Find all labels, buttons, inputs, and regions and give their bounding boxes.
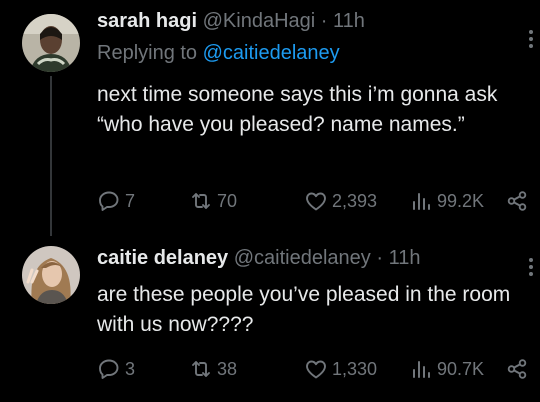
retweet-count: 38 [217,358,238,379]
like-icon [306,192,326,211]
like-button[interactable]: 1,330 [304,357,377,381]
separator: · [320,10,328,32]
tweet[interactable]: sarah hagi @KindaHagi · 11h Replying to … [0,0,540,236]
reply-count: 3 [125,358,136,379]
tweet-text: are these people you’ve pleased in the r… [97,283,511,336]
separator: · [376,247,384,269]
timestamp[interactable]: 11h [333,10,365,32]
share-button[interactable] [505,189,529,213]
retweet-count: 70 [217,190,238,211]
reply-button[interactable]: 7 [97,189,135,213]
display-name[interactable]: sarah hagi [97,10,197,32]
more-icon[interactable] [528,256,534,277]
retweet-button[interactable]: 38 [189,357,237,381]
like-count: 1,330 [332,358,378,379]
avatar[interactable] [22,246,80,304]
more-icon[interactable] [528,28,534,49]
views-button[interactable]: 99.2K [409,189,484,213]
tweet[interactable]: caitie delaney @caitiedelaney · 11h are … [0,232,540,402]
views-icon [413,193,430,210]
share-button[interactable] [505,357,529,381]
share-icon [507,359,527,379]
share-icon [507,191,527,211]
user-handle[interactable]: @caitiedelaney [234,247,371,269]
retweet-icon [192,361,210,377]
user-handle[interactable]: @KindaHagi [203,10,316,32]
reply-icon [99,191,119,211]
timestamp[interactable]: 11h [389,247,421,269]
like-button[interactable]: 2,393 [304,189,377,213]
tweet-header: sarah hagi @KindaHagi · 11h [97,10,365,33]
like-icon [306,360,326,379]
views-button[interactable]: 90.7K [409,357,484,381]
avatar[interactable] [22,14,80,72]
tweet-header: caitie delaney @caitiedelaney · 11h [97,247,421,270]
replying-to-link[interactable]: @caitiedelaney [203,42,340,64]
like-count: 2,393 [332,190,378,211]
reply-button[interactable]: 3 [97,357,135,381]
replying-prefix: Replying to [97,42,198,64]
tweet-actions: 7 70 2,393 99.2K [97,189,527,215]
reply-icon [99,359,119,379]
reply-count: 7 [125,190,136,211]
replying-to: Replying to @caitiedelaney [97,42,340,65]
views-icon [413,361,430,378]
views-count: 99.2K [437,190,485,211]
tweet-actions: 3 38 1,330 90.7K [97,357,527,383]
views-count: 90.7K [437,358,485,379]
display-name[interactable]: caitie delaney [97,247,228,269]
thread-line [50,76,52,236]
tweet-text: next time someone says this i’m gonna as… [97,83,498,136]
retweet-icon [192,193,210,209]
retweet-button[interactable]: 70 [189,189,237,213]
